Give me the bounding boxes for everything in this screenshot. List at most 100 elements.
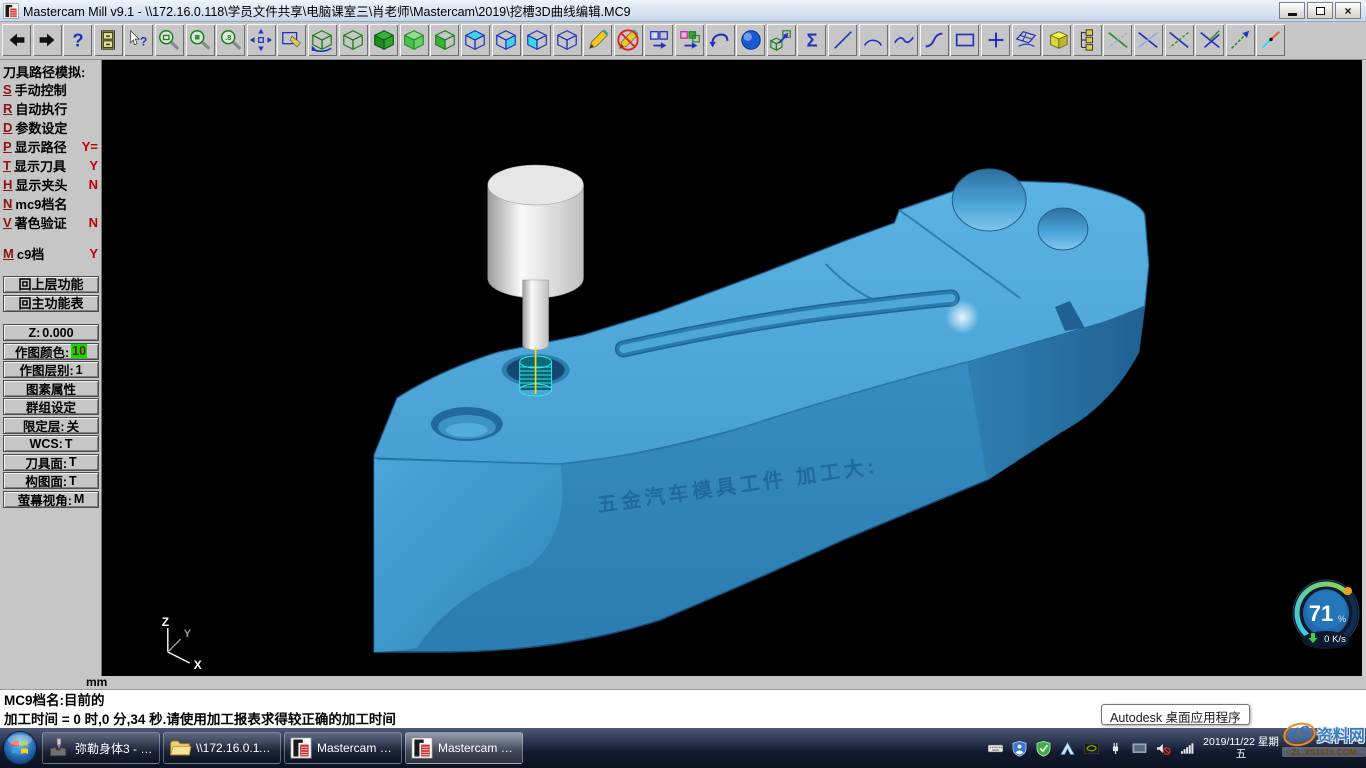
line-icon [831, 28, 855, 52]
graphics-viewport[interactable]: 五金汽车模具工件 加工大: [102, 60, 1366, 676]
sidebar-item-mc9[interactable]: Mc9档 Y [3, 244, 99, 263]
state-button-限定层[interactable]: 限定层:关 [3, 417, 99, 434]
menu-header: 刀具路径模拟: [3, 62, 99, 80]
trim-divide-button[interactable] [1165, 24, 1194, 56]
power-icon[interactable] [1107, 740, 1124, 757]
create-surface-button[interactable] [1012, 24, 1041, 56]
state-button-WCS[interactable]: WCS:T [3, 435, 99, 452]
gview-wireframe-button[interactable] [339, 24, 368, 56]
sidebar-item-h[interactable]: H显示夹头N [3, 175, 99, 194]
cube-green-solid-icon [372, 28, 396, 52]
specular-highlight [945, 300, 979, 334]
restore-button[interactable] [1307, 2, 1333, 19]
cube-green-wire-icon [341, 28, 365, 52]
create-line-button[interactable] [828, 24, 857, 56]
gview-shaded-light-button[interactable] [400, 24, 429, 56]
taskbar-item-1[interactable]: 弥勒身体3 - JDP... [42, 732, 160, 764]
sketch-button[interactable] [583, 24, 612, 56]
cplane-right-button[interactable] [492, 24, 521, 56]
user-shield-icon[interactable] [1011, 740, 1028, 757]
repaint-button[interactable] [277, 24, 306, 56]
undo-button[interactable] [706, 24, 735, 56]
state-button-Z[interactable]: Z:0.000 [3, 324, 99, 341]
zoom-window-icon [157, 28, 181, 52]
start-button[interactable] [2, 730, 38, 766]
back-button[interactable] [2, 24, 31, 56]
check-shield-icon[interactable] [1035, 740, 1052, 757]
create-point-button[interactable] [981, 24, 1010, 56]
break-button[interactable] [1195, 24, 1224, 56]
taskbar-clock[interactable]: 2019/11/22 星期五 [1202, 736, 1280, 760]
cplane-front-button[interactable] [522, 24, 551, 56]
gview-edges-button[interactable] [430, 24, 459, 56]
keyboard-icon[interactable] [987, 740, 1004, 757]
line-endpoints-button[interactable] [1256, 24, 1285, 56]
box3d-icon [1045, 28, 1069, 52]
taskbar-item-4[interactable]: Mastercam Mill ... [405, 732, 523, 764]
state-button-作图层别[interactable]: 作图层别:1 [3, 361, 99, 378]
create-arc-button[interactable] [859, 24, 888, 56]
menu-item-label: mc9档名 [15, 194, 67, 213]
scale-button[interactable] [767, 24, 796, 56]
shading-button[interactable] [736, 24, 765, 56]
zoom-window-button[interactable] [155, 24, 184, 56]
context-help-button[interactable]: ? [124, 24, 153, 56]
menu-item-label: 手动控制 [15, 80, 67, 99]
copy-button[interactable] [644, 24, 673, 56]
create-solid-button[interactable] [1042, 24, 1071, 56]
gview-shaded-button[interactable] [369, 24, 398, 56]
volume-muted-icon[interactable] [1155, 740, 1172, 757]
fit-screen-button[interactable] [247, 24, 276, 56]
taskbar-item-label: 弥勒身体3 - JDP... [75, 740, 154, 757]
level-manager-button[interactable] [1073, 24, 1102, 56]
forward-button[interactable] [33, 24, 62, 56]
sidebar-item-n[interactable]: Nmc9档名 [3, 194, 99, 213]
minimize-button[interactable] [1279, 2, 1305, 19]
xform-button[interactable] [675, 24, 704, 56]
close-button[interactable]: × [1335, 2, 1361, 19]
sidebar-item-d[interactable]: D参数设定 [3, 118, 99, 137]
pencil-icon [586, 28, 610, 52]
back-level-button[interactable]: 回上层功能 [3, 276, 99, 293]
sidebar-item-s[interactable]: S手动控制 [3, 80, 99, 99]
state-button-图素属性[interactable]: 图素属性 [3, 380, 99, 397]
cube-cyan-left-icon [525, 28, 549, 52]
nvidia-icon[interactable] [1083, 740, 1100, 757]
create-curve-button[interactable] [920, 24, 949, 56]
state-button-作图颜色[interactable]: 作图颜色:10 [3, 343, 99, 360]
network-icon[interactable] [1179, 740, 1196, 757]
trim-two-button[interactable] [1134, 24, 1163, 56]
hotkey-label: P [3, 139, 12, 154]
cplane-top-button[interactable] [461, 24, 490, 56]
dynamic-rotate-view-button[interactable] [308, 24, 337, 56]
taskbar-item-3[interactable]: Mastercam Mill ... [284, 732, 402, 764]
progress-unit: % [1338, 614, 1346, 624]
gview-isometric-button[interactable] [553, 24, 582, 56]
state-button-萤幕视角[interactable]: 萤幕视角:M [3, 491, 99, 508]
analyze-button[interactable]: Σ [797, 24, 826, 56]
main-menu-button[interactable]: 回主功能表 [3, 295, 99, 312]
trim-one-button[interactable] [1103, 24, 1132, 56]
zoom-out-08-button[interactable]: .8 [216, 24, 245, 56]
state-button-构图面[interactable]: 构图面:T [3, 472, 99, 489]
pencil-delete-icon [616, 28, 640, 52]
x-break-icon [1198, 28, 1222, 52]
taskbar-item-2[interactable]: \\172.16.0.118\... [163, 732, 281, 764]
state-button-刀具面[interactable]: 刀具面:T [3, 454, 99, 471]
sidebar-item-t[interactable]: T显示刀具Y [3, 156, 99, 175]
sidebar-item-r[interactable]: R自动执行 [3, 99, 99, 118]
delete-button[interactable] [614, 24, 643, 56]
sidebar-item-p[interactable]: P显示路径Y= [3, 137, 99, 156]
create-rectangle-button[interactable] [950, 24, 979, 56]
autodesk-icon[interactable] [1059, 740, 1076, 757]
file-manager-button[interactable] [94, 24, 123, 56]
line-polar-button[interactable] [1226, 24, 1255, 56]
state-label: WCS: [30, 437, 63, 451]
state-button-群组设定[interactable]: 群组设定 [3, 398, 99, 415]
zoom-target-button[interactable] [186, 24, 215, 56]
help-button[interactable]: ? [63, 24, 92, 56]
display-icon[interactable] [1131, 740, 1148, 757]
download-progress-widget[interactable]: 71 % 0 K/s [1292, 577, 1360, 649]
sidebar-item-v[interactable]: V著色验证N [3, 213, 99, 232]
create-spline-button[interactable] [889, 24, 918, 56]
